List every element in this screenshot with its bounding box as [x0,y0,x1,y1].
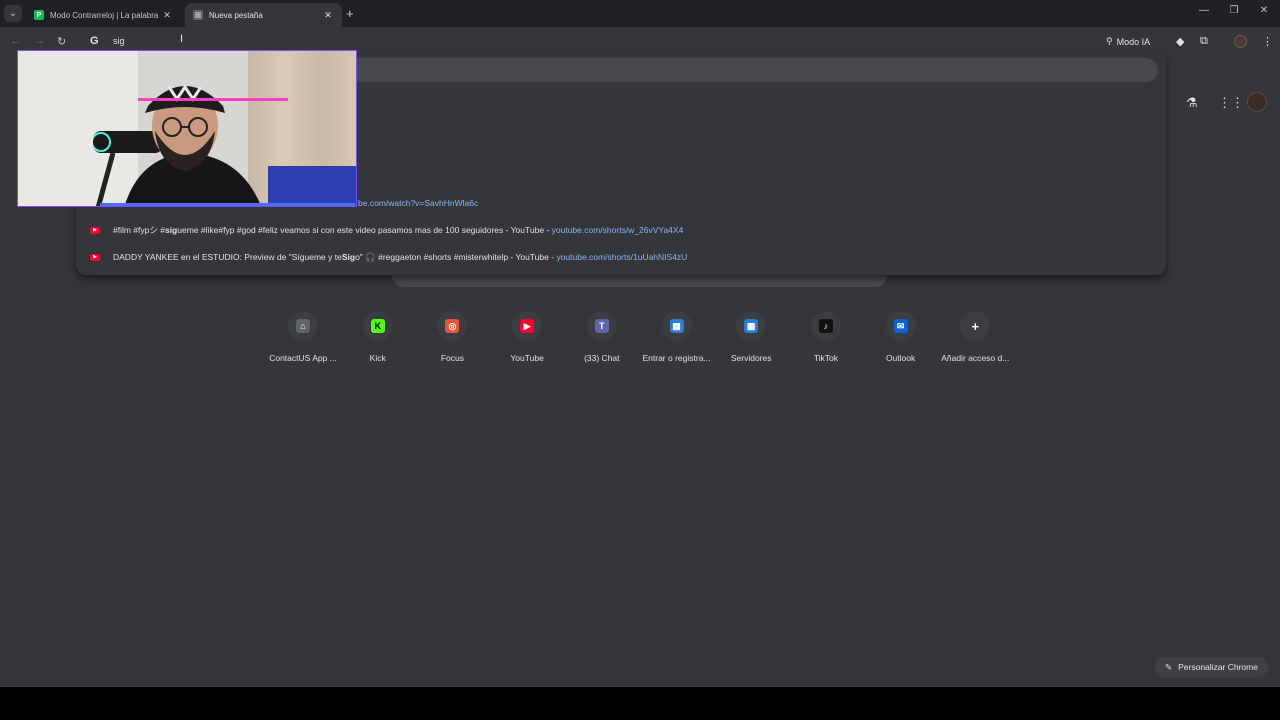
close-tab-icon[interactable]: ✕ [322,10,334,21]
shortcut-label: Entrar o registra... [642,353,711,363]
shortcut-icon-circle: ♪ [810,311,841,341]
shortcut-icon-circle: + [960,311,991,341]
youtube-icon: ▶ [520,319,535,333]
suggestion-text-post: o" 🎧 #reggaeton #shorts #misterwhitelp -… [355,251,549,262]
tab-nueva-pestana[interactable]: Nueva pestaña ✕ [185,3,342,27]
shortcut-icon-circle: ✉ [885,311,916,341]
shortcut-label: TikTok [813,353,839,363]
tab-favicon-icon: P [34,10,44,20]
gem-icon[interactable]: ◆ [1176,35,1184,48]
omnibox-input[interactable]: sig [113,36,125,46]
close-tab-icon[interactable]: ✕ [161,10,173,21]
shortcut-icon-circle: K [362,311,393,341]
shortcut-label: Servidores [730,353,772,363]
shortcut-icon-circle: T [586,311,617,341]
grid-icon: ▦ [744,319,759,333]
shortcut-label: Focus [440,353,464,363]
labs-flask-icon[interactable]: ⚗ [1186,95,1198,111]
forward-icon[interactable]: → [34,35,45,47]
focus-icon: ◎ [445,319,460,333]
modo-ia-button[interactable]: ⚲ Modo IA [1100,33,1156,50]
tiktok-icon: ♪ [818,319,833,333]
customize-chrome-button[interactable]: ✎ Personalizar Chrome [1155,657,1268,677]
letterbox-bar [0,687,1280,720]
shortcut-label: Kick [369,353,386,363]
shortcut-icon-circle: ▦ [661,311,692,341]
account-avatar[interactable] [1247,92,1267,112]
minimize-icon[interactable]: — [1189,5,1219,16]
pencil-icon: ✎ [1165,661,1173,672]
chrome-icon [193,10,203,20]
back-icon[interactable]: ← [10,35,21,47]
shortcut-tile[interactable]: ▶ YouTube [490,311,564,363]
webcam-glow-bar [100,203,355,206]
suggestion-url: youtube.com/shorts/w_26vVYa4X4 [551,225,684,235]
shortcut-tile[interactable]: ▦ Servidores [714,311,788,363]
chevron-down-icon: ⌄ [8,8,18,19]
google-icon: G [90,35,99,47]
tab-strip: ⌄ P Modo Contrarreloj | La palabra ✕ Nue… [0,0,1280,27]
tab-modo-contrarreloj[interactable]: P Modo Contrarreloj | La palabra ✕ [26,3,181,27]
shortcut-tile[interactable]: ▦ Entrar o registra... [640,311,714,363]
youtube-icon: ▶ [90,253,100,261]
modo-ia-label: Modo IA [1116,36,1151,47]
suggestion-text-pre: #film #fypシ # [113,225,165,235]
extensions-icon[interactable]: ⧉ [1200,35,1208,48]
suggestion-row[interactable]: ▶ #film #fypシ # sig ueme #like#fyp #god #f… [90,223,683,237]
reload-icon[interactable]: ↻ [57,35,66,48]
tab-title: Nueva pestaña [209,10,263,20]
suggestion-text-post: ueme #like#fyp #god #feliz veamos si con… [177,225,545,235]
menu-icon[interactable]: ⋮ [1262,35,1273,48]
shortcut-tile[interactable]: ◎ Focus [415,311,489,363]
outlook-icon: ✉ [893,319,908,333]
apps-grid-icon[interactable]: ⋮⋮ [1218,95,1244,111]
youtube-icon: ▶ [90,226,100,234]
shortcut-tile[interactable]: T (33) Chat [565,311,639,363]
streamer-image [93,84,261,206]
shortcut-label: ContactUS App ... [269,353,337,363]
close-window-icon[interactable]: ✕ [1249,5,1279,16]
teams-icon: T [594,319,609,333]
shortcut-tile[interactable]: ⌂ ContactUS App ... [266,311,340,363]
suggestion-separator: - [548,252,557,262]
suggestion-separator: - [544,225,552,235]
webcam-accent-bar [138,98,288,101]
restore-icon[interactable]: ❐ [1219,5,1249,16]
kick-icon: K [370,319,385,333]
suggestion-text-match: Sig [341,252,356,262]
customize-label: Personalizar Chrome [1178,662,1258,672]
shortcut-label: YouTube [510,353,544,363]
shortcut-tile[interactable]: ✉ Outlook [864,311,938,363]
shortcut-label: Outlook [885,353,916,363]
shortcut-label: (33) Chat [584,353,620,363]
profile-avatar[interactable] [1234,35,1247,48]
new-tab-button[interactable]: + [346,6,354,21]
suggestion-text-match: sig [164,225,178,235]
text-cursor-icon: I [180,33,184,45]
tab-search-button[interactable]: ⌄ [4,5,22,22]
shortcut-icon-circle: ⌂ [288,311,318,341]
shortcut-icon-circle: ◎ [437,311,468,341]
suggestion-url: youtube.com/shorts/1uUahNIS4zU [556,252,688,262]
shortcut-icon-circle: ▦ [736,311,767,341]
suggestion-row[interactable]: ▶ DADDY YANKEE en el ESTUDIO: Preview de… [90,250,687,264]
search-sparkle-icon: ⚲ [1106,36,1113,46]
grid-icon: ▦ [669,319,684,333]
shortcut-icon-circle: ▶ [512,311,543,341]
add-icon: + [971,318,980,334]
shortcut-tile[interactable]: ♪ TikTok [789,311,863,363]
shortcut-label: Añadir acceso d... [941,353,1010,363]
chrome-window: ⌄ P Modo Contrarreloj | La palabra ✕ Nue… [0,0,1280,687]
webcam-overlay [17,50,357,207]
shortcut-tile[interactable]: + Añadir acceso d... [938,311,1012,363]
suggestion-text-pre: DADDY YANKEE en el ESTUDIO: Preview de "… [113,252,342,262]
suggestion-url[interactable]: be.com/watch?v=SavhHnWla6c [358,198,478,208]
tab-title: Modo Contrarreloj | La palabra [50,10,159,20]
shortcut-tile[interactable]: K Kick [341,311,415,363]
contactus-icon: ⌂ [296,319,310,333]
